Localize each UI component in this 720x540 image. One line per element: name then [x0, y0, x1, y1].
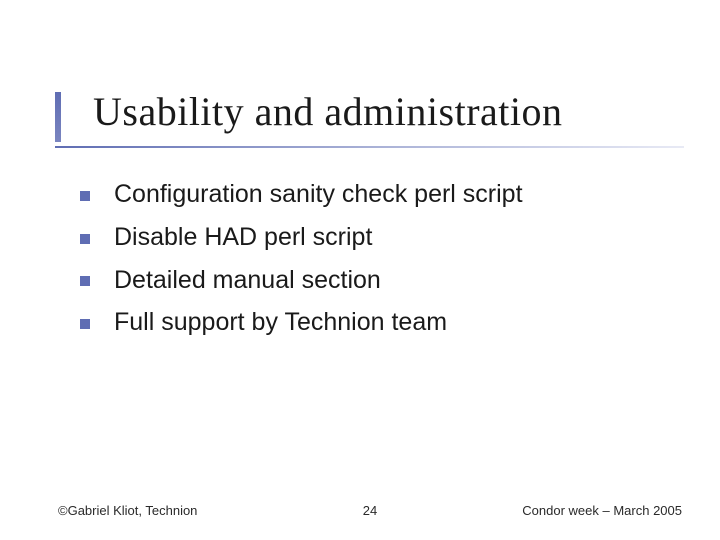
slide-title: Usability and administration — [55, 88, 680, 135]
bullet-text: Full support by Technion team — [114, 306, 447, 340]
slide: Usability and administration Configurati… — [0, 0, 720, 540]
list-item: Full support by Technion team — [80, 306, 670, 340]
footer: ©Gabriel Kliot, Technion 24 Condor week … — [58, 503, 682, 518]
square-bullet-icon — [80, 319, 90, 329]
list-item: Disable HAD perl script — [80, 221, 670, 255]
bullet-text: Disable HAD perl script — [114, 221, 372, 255]
content-area: Configuration sanity check perl script D… — [80, 178, 670, 349]
title-underline — [55, 146, 684, 148]
bullet-text: Detailed manual section — [114, 264, 381, 298]
square-bullet-icon — [80, 191, 90, 201]
list-item: Configuration sanity check perl script — [80, 178, 670, 212]
bullet-text: Configuration sanity check perl script — [114, 178, 523, 212]
square-bullet-icon — [80, 276, 90, 286]
footer-left: ©Gabriel Kliot, Technion — [58, 503, 197, 518]
title-area: Usability and administration — [55, 88, 680, 135]
square-bullet-icon — [80, 234, 90, 244]
footer-page-number: 24 — [363, 503, 377, 518]
list-item: Detailed manual section — [80, 264, 670, 298]
footer-right: Condor week – March 2005 — [522, 503, 682, 518]
